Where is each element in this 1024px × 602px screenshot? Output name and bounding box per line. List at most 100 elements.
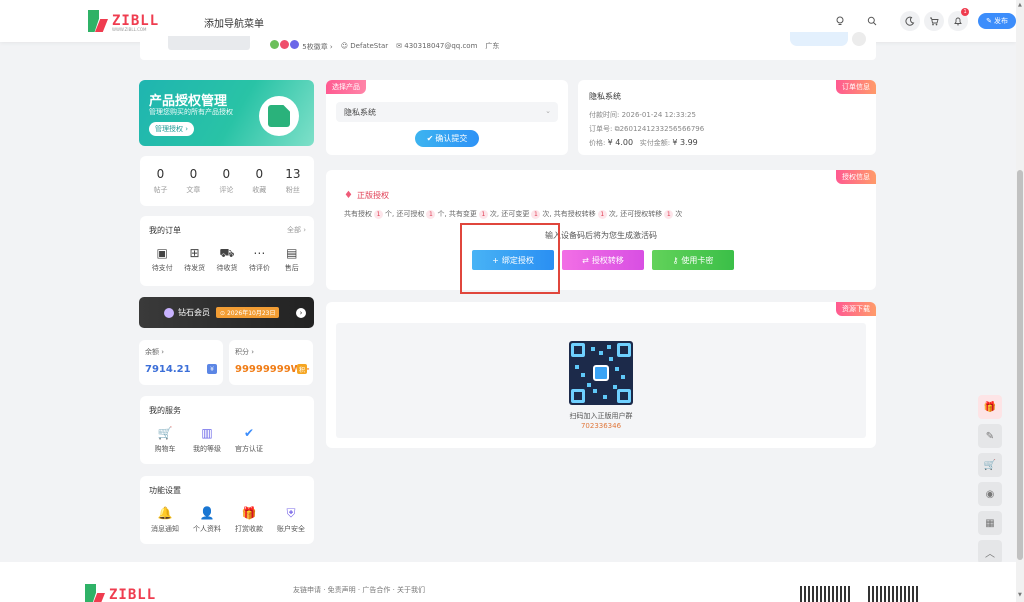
service-level[interactable]: ▥ 我的等级 bbox=[188, 426, 226, 454]
add-nav-menu-link[interactable]: 添加导航菜单 bbox=[204, 15, 264, 30]
vip-label: 钻石会员 bbox=[178, 308, 210, 317]
license-heading: ♦ 正版授权 bbox=[344, 190, 389, 201]
order-info-tag: 订单信息 bbox=[836, 80, 876, 94]
stat-articles[interactable]: 0 文章 bbox=[186, 167, 200, 195]
cart-icon[interactable] bbox=[924, 11, 945, 31]
pencil-icon[interactable]: ✎ bbox=[978, 424, 1002, 448]
orders-all-link[interactable]: 全部 › bbox=[287, 225, 306, 235]
stat-followers[interactable]: 13 粉丝 bbox=[285, 167, 300, 195]
publish-button[interactable]: ✎ 发布 bbox=[978, 13, 1016, 29]
orders-title: 我的订单 bbox=[149, 226, 181, 235]
resource-panel: 扫码加入正版用户群 702336346 bbox=[336, 323, 866, 438]
key-icon: ⚷ bbox=[672, 255, 679, 265]
logo-mark-icon bbox=[85, 584, 105, 602]
header-actions: 1 ✎ 发布 bbox=[830, 8, 1016, 31]
vip-expiry-date: ⊙ 2026年10月23日 bbox=[216, 307, 280, 318]
username: ☺ DefateStar bbox=[341, 42, 388, 50]
manage-license-button[interactable]: 管理授权 › bbox=[149, 122, 195, 136]
medal-badges[interactable]: 5枚徽章 › bbox=[270, 40, 333, 52]
medal-icon bbox=[280, 40, 289, 49]
vip-membership-bar[interactable]: 钻石会员 ⊙ 2026年10月23日 › bbox=[139, 297, 314, 328]
setting-rewards[interactable]: 🎁 打赏收款 bbox=[230, 506, 268, 534]
price-line: 价格: ¥ 4.00 实付金额: ¥ 3.99 bbox=[589, 138, 698, 147]
refund-icon: ▤ bbox=[286, 246, 298, 260]
medal-icon bbox=[270, 40, 279, 49]
stat-comments[interactable]: 0 评论 bbox=[219, 167, 233, 195]
search-icon[interactable] bbox=[862, 11, 882, 31]
stat-posts[interactable]: 0 帖子 bbox=[153, 167, 167, 195]
setting-profile[interactable]: 👤 个人资料 bbox=[188, 506, 226, 534]
order-pending-payment[interactable]: ▣ 待支付 bbox=[146, 246, 178, 273]
badges-count: 5枚徽章 bbox=[302, 43, 328, 51]
wallet-icon: ▣ bbox=[156, 246, 168, 260]
footer-links[interactable]: 友链申请 · 免责声明 · 广告合作 · 关于我们 bbox=[293, 585, 425, 595]
footer-logo-text: ZIBLL bbox=[109, 587, 157, 602]
resource-download-card: 资源下载 扫码加入正版用户群 702336346 bbox=[326, 302, 876, 448]
feature-settings: 功能设置 🔔 消息通知 👤 个人资料 🎁 打赏收款 ⛨ 账户安全 bbox=[140, 476, 314, 544]
bulb-icon[interactable] bbox=[830, 11, 850, 31]
balance-card[interactable]: 余额 › 7914.21 ¥ bbox=[139, 340, 223, 385]
diamond-icon: ♦ bbox=[344, 190, 353, 201]
scroll-up-icon[interactable]: ▲ bbox=[1018, 2, 1022, 8]
profile-avatar-area bbox=[168, 36, 250, 50]
order-number: 订单号: ⧉2601241233256566796 bbox=[589, 125, 705, 133]
service-verification[interactable]: ✔ 官方认证 bbox=[230, 426, 268, 454]
site-logo[interactable]: ZIBLL WWW.ZIBLL.COM bbox=[88, 10, 159, 32]
logo-mark-icon bbox=[88, 10, 108, 32]
transfer-license-button[interactable]: ⇄ 授权转移 bbox=[562, 250, 644, 270]
wechat-icon[interactable]: ◉ bbox=[978, 482, 1002, 506]
order-after-sales[interactable]: ▤ 售后 bbox=[276, 246, 308, 273]
moon-icon[interactable] bbox=[900, 11, 921, 31]
qr-caption: 扫码加入正版用户群 bbox=[569, 412, 633, 420]
setting-notifications[interactable]: 🔔 消息通知 bbox=[146, 506, 184, 534]
scrollbar-thumb[interactable] bbox=[1017, 170, 1023, 560]
profile-strip: 5枚徽章 › ☺ DefateStar ✉ 430318047@qq.com 广… bbox=[140, 32, 876, 60]
profile-action-circle[interactable] bbox=[852, 32, 866, 46]
back-to-top-icon[interactable]: ︿ bbox=[978, 540, 1002, 564]
page-scrollbar[interactable]: ▲ ▼ bbox=[1016, 0, 1024, 602]
pay-time: 付款时间: 2026-01-24 12:33:25 bbox=[589, 111, 696, 119]
points-label: 积分 › bbox=[235, 348, 255, 356]
cart-icon[interactable]: 🛒 bbox=[978, 453, 1002, 477]
confirm-submit-button[interactable]: ✔ 确认提交 bbox=[415, 130, 479, 147]
use-card-key-button[interactable]: ⚷ 使用卡密 bbox=[652, 250, 734, 270]
order-pending-receipt[interactable]: ⛟ 待收货 bbox=[211, 246, 243, 273]
footer-qr-code-icon bbox=[868, 586, 920, 602]
user-icon: 👤 bbox=[199, 506, 215, 520]
zibll-logo-icon bbox=[259, 96, 299, 136]
license-tip: 输入设备码后将为您生成激活码 bbox=[545, 231, 657, 240]
profile-action-pill[interactable] bbox=[790, 32, 848, 46]
setting-security[interactable]: ⛨ 账户安全 bbox=[272, 506, 310, 534]
group-number[interactable]: 702336346 bbox=[336, 422, 866, 430]
balance-label: 余额 › bbox=[145, 348, 165, 356]
username-text: DefateStar bbox=[350, 42, 389, 50]
service-cart[interactable]: 🛒 购物车 bbox=[146, 426, 184, 454]
product-select-card: 选择产品 隐私系统 ⌄ ✔ 确认提交 bbox=[326, 80, 568, 155]
confirm-label: 确认提交 bbox=[435, 134, 468, 143]
scroll-down-icon[interactable]: ▼ bbox=[1018, 592, 1022, 598]
product-select-value: 隐私系统 bbox=[344, 108, 376, 117]
mail-icon: ✉ bbox=[396, 42, 403, 50]
order-pending-review[interactable]: ⋯ 待评价 bbox=[243, 246, 275, 273]
product-select[interactable]: 隐私系统 ⌄ bbox=[336, 102, 558, 122]
highlight-box bbox=[460, 223, 560, 294]
footer-logo[interactable]: ZIBLL bbox=[85, 584, 156, 602]
bell-icon[interactable]: 1 bbox=[948, 8, 970, 31]
qr-code-icon[interactable]: ▦ bbox=[978, 511, 1002, 535]
verified-icon: ✔ bbox=[243, 426, 255, 440]
profile-meta: 5枚徽章 › ☺ DefateStar ✉ 430318047@qq.com 广… bbox=[270, 40, 499, 52]
user-stats: 0 帖子 0 文章 0 评论 0 收藏 13 粉丝 bbox=[140, 156, 314, 206]
chevron-down-icon: ⌄ bbox=[545, 107, 551, 115]
user-icon: ☺ bbox=[340, 42, 349, 50]
check-icon: ✔ bbox=[426, 134, 434, 143]
order-product-name: 隐私系统 bbox=[589, 92, 621, 101]
email: ✉ 430318047@qq.com bbox=[396, 42, 477, 50]
gift-icon[interactable]: 🎁 bbox=[978, 395, 1002, 419]
shield-icon: ⛨ bbox=[286, 506, 296, 520]
notification-badge: 1 bbox=[961, 8, 970, 16]
cart-icon: 🛒 bbox=[157, 426, 173, 440]
points-card[interactable]: 积分 › 99999999W+ 积 bbox=[229, 340, 313, 385]
order-pending-shipment[interactable]: ⊞ 待发货 bbox=[179, 246, 211, 273]
email-text: 430318047@qq.com bbox=[404, 42, 478, 50]
stat-favorites[interactable]: 0 收藏 bbox=[252, 167, 266, 195]
